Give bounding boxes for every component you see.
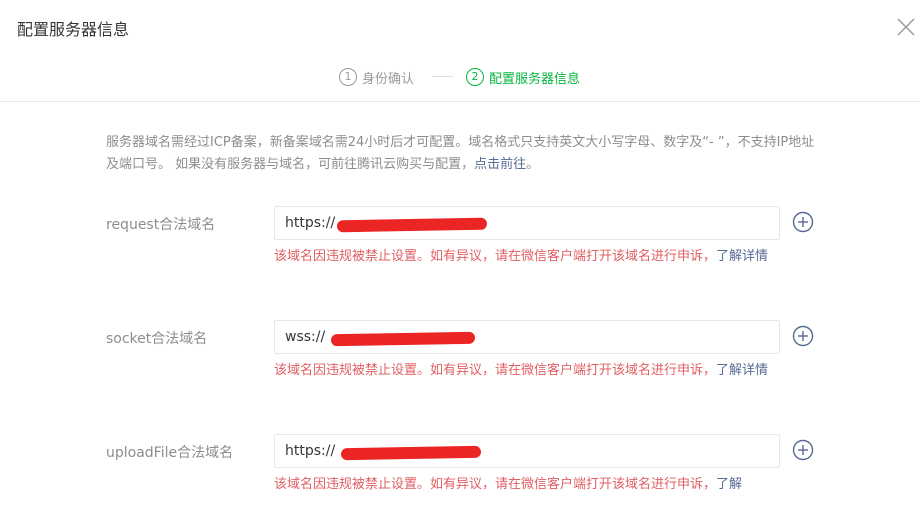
step-number: 1 [339, 68, 357, 86]
learn-more-link[interactable]: 了解 [716, 477, 742, 492]
input-prefix: https:// [285, 443, 336, 459]
request-domain-input[interactable]: https:// [274, 206, 780, 240]
step-indicator: 1 身份确认 2 配置服务器信息 [0, 66, 920, 88]
dialog-title: 配置服务器信息 [17, 20, 130, 39]
step-divider [432, 76, 453, 77]
error-text: 该域名因违规被禁止设置。如有异议，请在微信客户端打开该域名进行申诉， [274, 249, 717, 264]
learn-more-link[interactable]: 了解详情 [716, 363, 768, 378]
upload-domain-error: 该域名因违规被禁止设置。如有异议，请在微信客户端打开该域名进行申诉，了解 [274, 474, 784, 496]
notice-body: 服务器域名需经过ICP备案，新备案域名需24小时后才可配置。域名格式只支持英文大… [106, 135, 815, 172]
learn-more-link[interactable]: 了解详情 [716, 249, 768, 264]
socket-domain-input[interactable]: wss:// [274, 320, 780, 354]
request-domain-label: request合法域名 [106, 217, 216, 233]
plus-circle-icon [792, 439, 814, 461]
close-icon [897, 18, 915, 36]
redaction-mark [330, 331, 476, 347]
dialog-header: 配置服务器信息 1 身份确认 2 配置服务器信息 [0, 0, 920, 102]
go-link[interactable]: 点击前往 [474, 157, 526, 172]
request-domain-error: 该域名因违规被禁止设置。如有异议，请在微信客户端打开该域名进行申诉，了解详情 [274, 246, 784, 268]
redaction-mark [336, 217, 488, 233]
plus-circle-icon [792, 211, 814, 233]
error-text: 该域名因违规被禁止设置。如有异议，请在微信客户端打开该域名进行申诉， [274, 477, 717, 492]
plus-circle-icon [792, 325, 814, 347]
add-socket-domain-button[interactable] [792, 325, 814, 347]
redaction-mark [340, 445, 482, 461]
socket-domain-error: 该域名因违规被禁止设置。如有异议，请在微信客户端打开该域名进行申诉，了解详情 [274, 360, 784, 382]
step-identity: 1 身份确认 [339, 66, 414, 88]
add-request-domain-button[interactable] [792, 211, 814, 233]
notice-end: 。 [526, 157, 540, 172]
input-prefix: wss:// [285, 329, 326, 345]
close-button[interactable] [894, 15, 918, 39]
add-upload-domain-button[interactable] [792, 439, 814, 461]
upload-domain-label: uploadFile合法域名 [106, 445, 234, 461]
socket-domain-label: socket合法域名 [106, 331, 208, 347]
input-prefix: https:// [285, 215, 336, 231]
error-text: 该域名因违规被禁止设置。如有异议，请在微信客户端打开该域名进行申诉， [274, 363, 717, 378]
step-server-config: 2 配置服务器信息 [466, 66, 580, 88]
step-number: 2 [466, 68, 484, 86]
notice-text: 服务器域名需经过ICP备案，新备案域名需24小时后才可配置。域名格式只支持英文大… [106, 132, 818, 176]
upload-domain-input[interactable]: https:// [274, 434, 780, 468]
step-label: 配置服务器信息 [489, 71, 581, 87]
step-label: 身份确认 [362, 71, 415, 87]
